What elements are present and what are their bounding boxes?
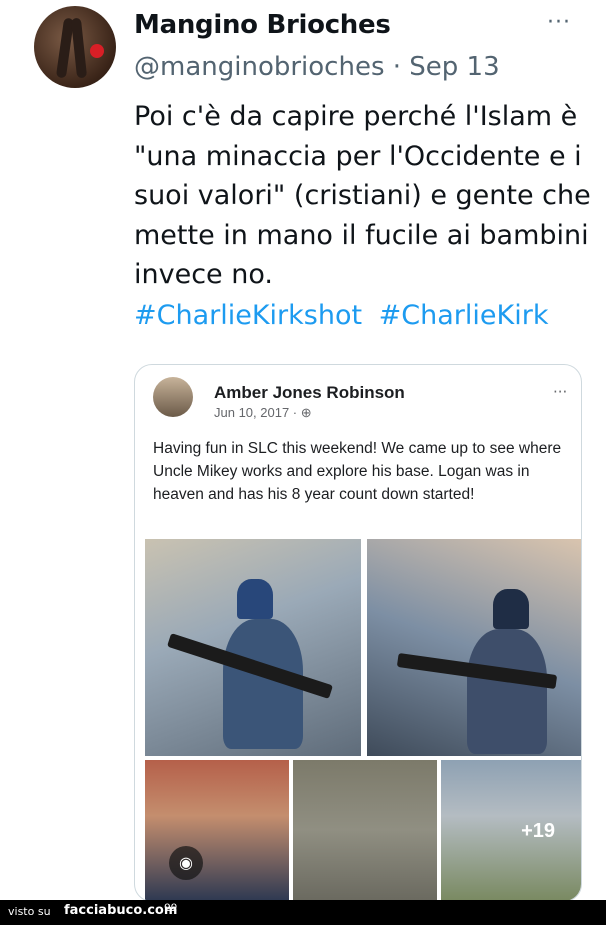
photo-group: ◉ [145,760,289,900]
embedded-author-name: Amber Jones Robinson [214,383,405,402]
watermark-prefix: visto su [8,905,51,918]
embedded-post-image[interactable]: Amber Jones Robinson Jun 10, 2017 · ⊕ ··… [134,364,582,902]
watermark-site: facciabuco.com [64,903,178,918]
embedded-date: Jun 10, 2017 · ⊕ [214,405,312,420]
embedded-more-icon: ··· [553,383,568,401]
photo-detail [467,629,547,754]
author-name[interactable]: Mangino Brioches [134,10,391,40]
hashtag-link[interactable]: #CharlieKirkshot [134,300,362,331]
hashtag-link[interactable]: #CharlieKirk [379,300,549,331]
author-handle-date[interactable]: @manginobrioches · Sep 13 [134,52,500,82]
tweet-text: Poi c'è da capire perché l'Islam è "una … [134,101,591,290]
camera-icon[interactable]: ◉ [169,846,203,880]
more-photos-count[interactable]: +19 [521,820,555,843]
photo-detail [237,579,273,619]
photo-boy-with-rifle-2 [367,539,581,756]
photo-detail [493,589,529,629]
photo-more: +19 [441,760,581,900]
more-options-icon[interactable]: ··· [547,10,571,35]
photo-soldiers [293,760,437,900]
embedded-avatar [153,377,193,417]
watermark-emoji-icon: ºº [164,902,178,918]
photo-boy-with-rifle [145,539,361,756]
avatar-photo-detail [70,17,88,79]
hashtags: #CharlieKirkshot #CharlieKirk [134,300,556,331]
avatar-photo-detail [90,44,104,58]
avatar[interactable] [34,6,116,88]
watermark-bar: visto su facciabuco.com ºº [0,900,606,925]
embedded-post-text: Having fun in SLC this weekend! We came … [153,440,562,503]
